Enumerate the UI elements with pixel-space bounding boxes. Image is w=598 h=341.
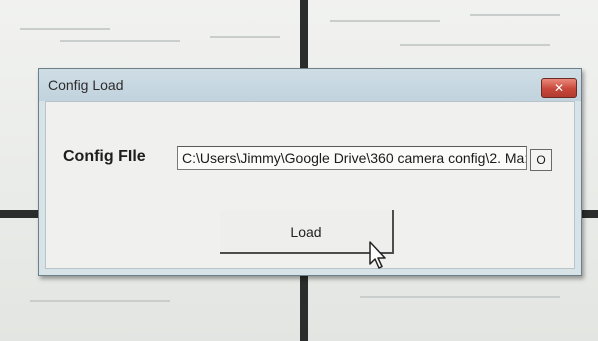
background-ui-line [210, 36, 280, 38]
close-button[interactable]: ✕ [541, 78, 577, 98]
background-ui-line [60, 40, 180, 42]
background-ui-line [470, 14, 560, 16]
title-bar[interactable]: Config Load ✕ [39, 69, 581, 101]
background-ui-line [30, 300, 170, 302]
background-ui-line [400, 44, 550, 46]
config-file-label: Config FIle [63, 148, 146, 165]
background-ui-line [360, 296, 560, 298]
background-ui-line [330, 20, 440, 22]
config-load-dialog: Config Load ✕ Config FIle C:\Users\Jimmy… [38, 68, 582, 276]
dialog-client-area: Config FIle C:\Users\Jimmy\Google Drive\… [45, 101, 575, 269]
background-ui-line [20, 28, 110, 30]
mouse-pointer-icon [369, 241, 386, 269]
config-file-path-input[interactable]: C:\Users\Jimmy\Google Drive\360 camera c… [177, 146, 527, 170]
dialog-title: Config Load [48, 77, 124, 93]
browse-button[interactable]: O [530, 149, 552, 171]
close-icon: ✕ [553, 81, 565, 95]
